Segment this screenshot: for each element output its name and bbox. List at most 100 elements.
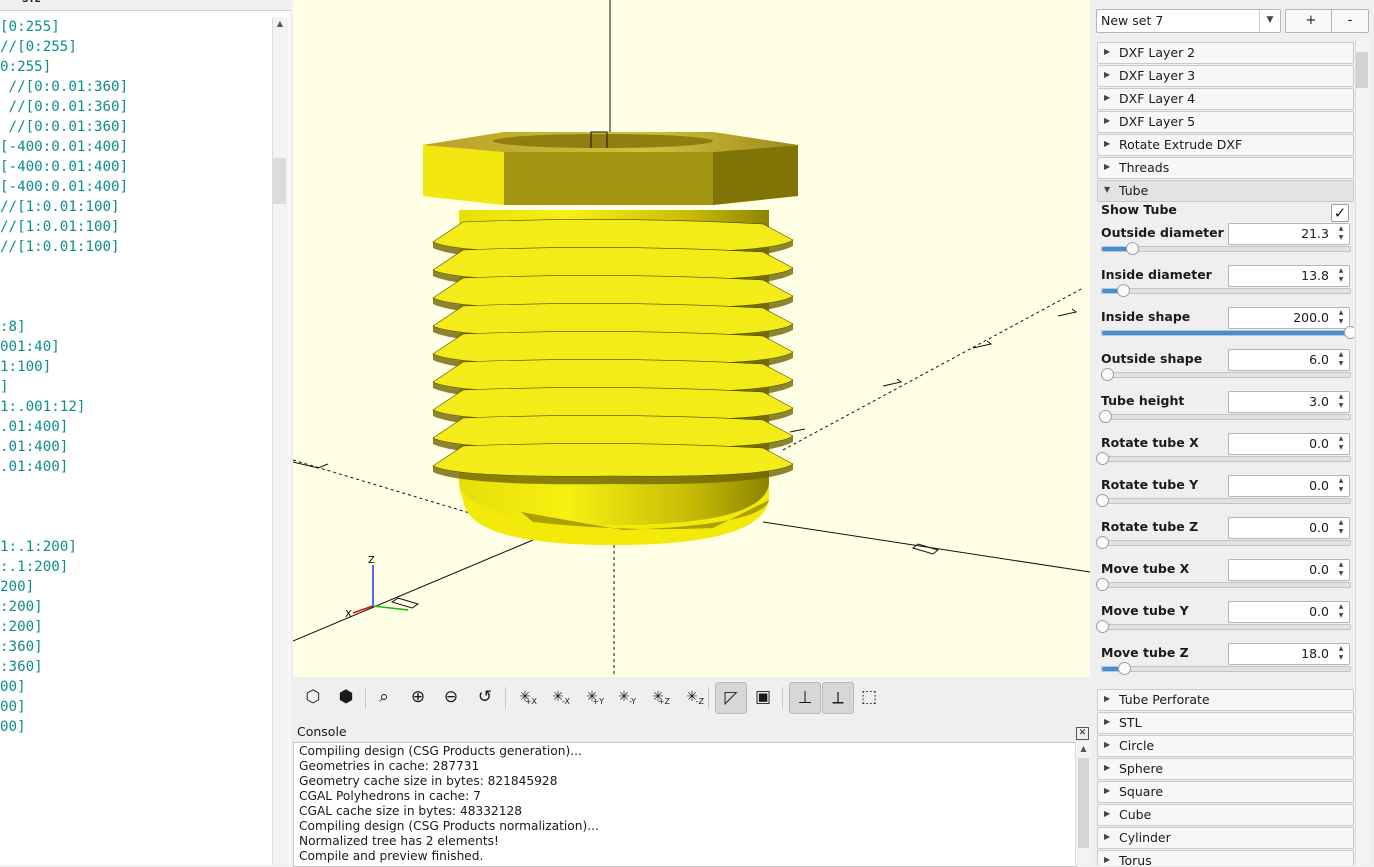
view-bottom-icon[interactable]: ✳ -Z	[678, 683, 706, 711]
console-scrollbar[interactable]: ▲	[1075, 742, 1091, 865]
param-group-header[interactable]: ▶ Square	[1097, 781, 1354, 803]
preview-icon[interactable]: ⬡	[299, 683, 327, 711]
show-tube-checkbox[interactable]: ✓	[1331, 204, 1349, 222]
code-line[interactable]: 1:100]	[0, 357, 51, 377]
param-slider[interactable]	[1101, 242, 1351, 255]
3d-viewport[interactable]: Z X	[293, 0, 1090, 677]
scroll-up-icon[interactable]: ▲	[1076, 742, 1091, 756]
code-line[interactable]: //[0:0.01:360]	[0, 97, 129, 117]
show-axes-icon[interactable]: ⊥	[789, 682, 821, 714]
code-line[interactable]: ]	[0, 377, 9, 397]
close-icon[interactable]: ✕	[1076, 727, 1089, 740]
param-group-header[interactable]: ▼ Tube	[1097, 180, 1354, 202]
param-group-header[interactable]: ▶ Cylinder	[1097, 827, 1354, 849]
param-spinbox[interactable]: 21.3 ▲ ▼	[1228, 223, 1350, 245]
code-line[interactable]: 00]	[0, 717, 26, 737]
param-slider[interactable]	[1098, 410, 1351, 423]
show-edges-icon[interactable]: ⬚	[855, 683, 883, 711]
code-line[interactable]: //[0:255]	[0, 37, 77, 57]
customizer-scrollbar[interactable]	[1355, 38, 1370, 865]
param-slider[interactable]	[1096, 620, 1351, 633]
param-group-header[interactable]: ▶ STL	[1097, 712, 1354, 734]
code-line[interactable]: 0:255]	[0, 57, 51, 77]
spinner-arrows-icon[interactable]: ▲ ▼	[1335, 518, 1347, 538]
param-spinbox[interactable]: 13.8 ▲ ▼	[1228, 265, 1350, 287]
code-line[interactable]: //[0:0.01:360]	[0, 117, 129, 137]
param-slider[interactable]	[1096, 578, 1351, 591]
spinner-arrows-icon[interactable]: ▲ ▼	[1335, 602, 1347, 622]
code-line[interactable]: //[0:0.01:360]	[0, 77, 129, 97]
code-line[interactable]: //[1:0.01:100]	[0, 197, 120, 217]
orthogonal-icon[interactable]: ▣	[749, 683, 777, 711]
remove-preset-button[interactable]: -	[1331, 9, 1369, 33]
param-group-header[interactable]: ▶ Torus	[1097, 850, 1354, 865]
reset-view-icon[interactable]: ↺	[471, 683, 499, 711]
code-line[interactable]: 1:.001:12]	[0, 397, 85, 417]
slider-handle[interactable]	[1096, 536, 1109, 549]
param-group-header[interactable]: ▶ Circle	[1097, 735, 1354, 757]
slider-handle[interactable]	[1096, 452, 1109, 465]
view-top-icon[interactable]: ✳ +Z	[644, 683, 672, 711]
spinner-arrows-icon[interactable]: ▲ ▼	[1335, 224, 1347, 244]
code-line[interactable]: [0:255]	[0, 17, 60, 37]
spinner-arrows-icon[interactable]: ▲ ▼	[1335, 644, 1347, 664]
param-slider[interactable]	[1101, 284, 1351, 297]
spinner-arrows-icon[interactable]: ▲ ▼	[1335, 392, 1347, 412]
param-slider[interactable]	[1101, 662, 1351, 675]
render-icon[interactable]: ⬢	[332, 683, 360, 711]
code-line[interactable]: :360]	[0, 637, 43, 657]
param-group-header[interactable]: ▶ DXF Layer 4	[1097, 88, 1354, 110]
spinner-arrows-icon[interactable]: ▲ ▼	[1335, 476, 1347, 496]
editor-scrollbar[interactable]	[272, 17, 289, 865]
param-spinbox[interactable]: 6.0 ▲ ▼	[1228, 349, 1350, 371]
code-line[interactable]: :200]	[0, 617, 43, 637]
scroll-up-icon[interactable]: ▲	[272, 17, 288, 31]
param-group-header[interactable]: ▶ DXF Layer 5	[1097, 111, 1354, 133]
code-line[interactable]: :360]	[0, 657, 43, 677]
chevron-down-icon[interactable]: ▼	[1259, 10, 1280, 32]
perspective-icon[interactable]: ◸	[715, 682, 747, 714]
customizer-scroll-thumb[interactable]	[1356, 52, 1368, 88]
zoom-out-icon[interactable]: ⊖	[437, 683, 465, 711]
param-spinbox[interactable]: 3.0 ▲ ▼	[1228, 391, 1350, 413]
param-spinbox[interactable]: 0.0 ▲ ▼	[1228, 601, 1350, 623]
slider-handle[interactable]	[1344, 326, 1354, 339]
param-slider[interactable]	[1100, 368, 1351, 381]
param-spinbox[interactable]: 0.0 ▲ ▼	[1228, 517, 1350, 539]
code-line[interactable]: :8]	[0, 317, 26, 337]
code-line[interactable]: [-400:0.01:400]	[0, 157, 128, 177]
spinner-arrows-icon[interactable]: ▲ ▼	[1335, 350, 1347, 370]
spinner-arrows-icon[interactable]: ▲ ▼	[1335, 266, 1347, 286]
view-right-icon[interactable]: ✳ +X	[511, 683, 539, 711]
code-line[interactable]: .01:400]	[0, 457, 68, 477]
stl-export-icon[interactable]: STL	[22, 0, 40, 5]
param-group-header[interactable]: ▶ DXF Layer 2	[1097, 42, 1354, 64]
param-group-header[interactable]: ▶ Cube	[1097, 804, 1354, 826]
slider-handle[interactable]	[1096, 620, 1109, 633]
code-line[interactable]: 00]	[0, 677, 26, 697]
view-all-icon[interactable]: ⌕	[370, 683, 398, 711]
code-line[interactable]: .01:400]	[0, 437, 68, 457]
code-line[interactable]: 001:40]	[0, 337, 60, 357]
param-spinbox[interactable]: 0.0 ▲ ▼	[1228, 559, 1350, 581]
param-group-header[interactable]: ▶ Tube Perforate	[1097, 689, 1354, 711]
param-group-header[interactable]: ▶ DXF Layer 3	[1097, 65, 1354, 87]
console-output[interactable]: Compiling design (CSG Products generatio…	[293, 742, 1077, 867]
preset-select[interactable]: New set 7 ▼	[1096, 9, 1281, 33]
slider-handle[interactable]	[1098, 410, 1112, 423]
param-group-header[interactable]: ▶ Threads	[1097, 157, 1354, 179]
slider-handle[interactable]	[1096, 494, 1109, 507]
param-group-header[interactable]: ▶ Rotate Extrude DXF	[1097, 134, 1354, 156]
editor-lines[interactable]: [0:255]//[0:255] 0:255] //[0:0.01:360] //…	[0, 17, 272, 865]
code-line[interactable]: //[1:0.01:100]	[0, 237, 120, 257]
code-line[interactable]: [-400:0.01:400]	[0, 137, 128, 157]
code-line[interactable]: :200]	[0, 597, 43, 617]
slider-handle[interactable]	[1125, 242, 1139, 255]
code-line[interactable]: 00]	[0, 697, 26, 717]
code-line[interactable]: :.1:200]	[0, 557, 68, 577]
code-line[interactable]: 200]	[0, 577, 34, 597]
view-front-icon[interactable]: ✳ -Y	[610, 683, 638, 711]
param-group-header[interactable]: ▶ Sphere	[1097, 758, 1354, 780]
spinner-arrows-icon[interactable]: ▲ ▼	[1335, 308, 1347, 328]
spinner-arrows-icon[interactable]: ▲ ▼	[1335, 434, 1347, 454]
